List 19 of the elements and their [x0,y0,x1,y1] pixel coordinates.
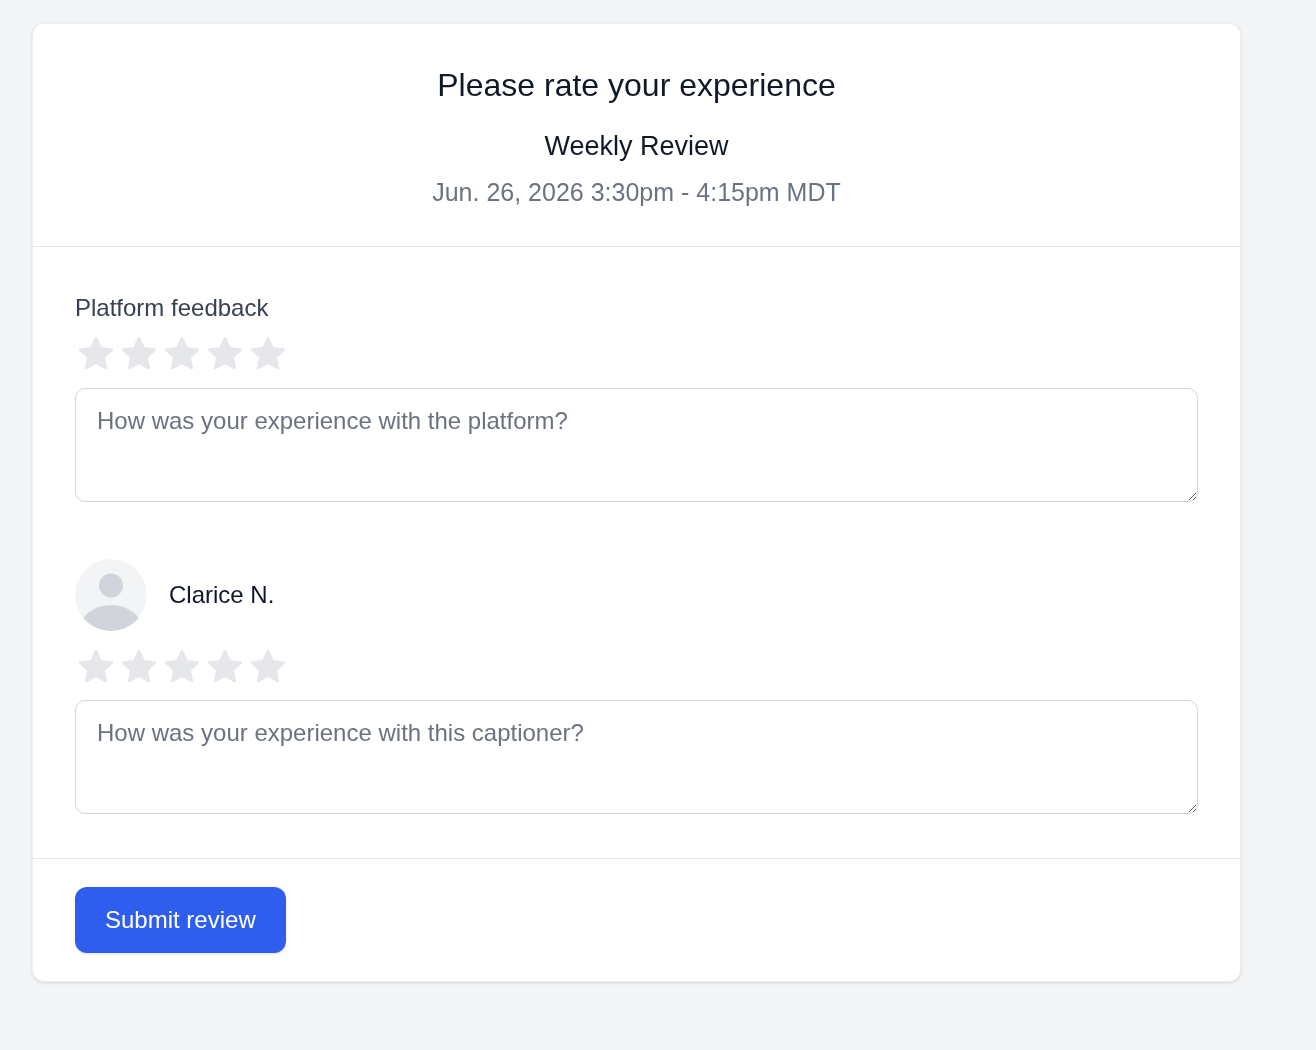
page-title: Please rate your experience [437,66,836,105]
star-icon[interactable] [122,650,156,682]
star-icon[interactable] [251,650,285,682]
event-datetime: Jun. 26, 2026 3:30pm - 4:15pm MDT [432,177,841,208]
event-name: Weekly Review [544,130,729,163]
person-name: Clarice N. [169,580,275,610]
star-icon[interactable] [208,337,242,369]
star-icon[interactable] [122,337,156,369]
star-icon[interactable] [165,650,199,682]
comment-field[interactable]: How was your experience with this captioner? [75,700,1198,814]
star-icon[interactable] [208,650,242,682]
submit-button[interactable]: Submit review [75,887,286,953]
avatar-icon [75,559,147,631]
star-icon[interactable] [165,337,199,369]
section-label: Platform feedback [75,293,270,323]
comment-field[interactable]: How was your experience with the platform? [75,388,1198,502]
star-icon[interactable] [79,650,113,682]
star-icon[interactable] [251,337,285,369]
star-icon[interactable] [79,337,113,369]
